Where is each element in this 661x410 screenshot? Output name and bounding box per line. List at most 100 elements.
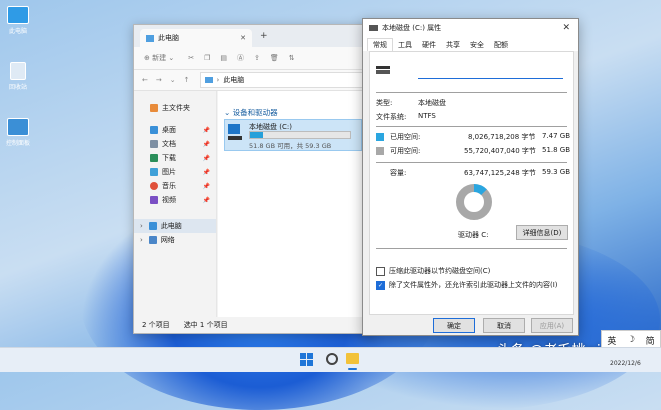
- nav-label: 文档: [162, 140, 176, 148]
- rename-icon[interactable]: Ⓐ: [237, 53, 244, 63]
- status-item-count: 2 个项目: [142, 321, 170, 329]
- tab-security[interactable]: 安全: [465, 39, 489, 51]
- chevron-right-icon[interactable]: ›: [140, 236, 143, 244]
- compress-label: 压缩此驱动器以节约磁盘空间(C): [389, 267, 491, 275]
- taskbar-date: 2022/12/6: [610, 360, 641, 367]
- address-input[interactable]: › 此电脑: [199, 72, 374, 88]
- used-space-row: 已用空间:: [376, 132, 420, 142]
- start-button[interactable]: [300, 353, 313, 366]
- close-tab-icon[interactable]: ✕: [240, 34, 246, 42]
- drive-item-c[interactable]: 本地磁盘 (C:) 51.8 GB 可用，共 59.3 GB: [224, 119, 362, 151]
- nav-item-downloads[interactable]: 下载 📌: [134, 151, 216, 165]
- desktop-icon-this-pc[interactable]: 此电脑: [4, 6, 32, 35]
- tab-quota[interactable]: 配额: [489, 39, 513, 51]
- active-indicator: [348, 368, 357, 370]
- dialog-title: 本地磁盘 (C:) 属性: [382, 24, 442, 32]
- share-icon[interactable]: ⇪: [254, 54, 260, 62]
- ime-mode[interactable]: 简: [646, 334, 655, 347]
- status-selected: 选中 1 个项目: [183, 321, 228, 329]
- dialog-tabs: 常规 工具 硬件 共享 安全 配额: [363, 37, 578, 51]
- recent-icon[interactable]: ⌄: [170, 76, 176, 84]
- nav-item-videos[interactable]: 视频 📌: [134, 193, 216, 207]
- compress-checkbox[interactable]: [376, 266, 385, 276]
- free-space-bytes: 55,720,407,040 字节: [464, 147, 536, 155]
- drive-body-icon: [228, 136, 242, 140]
- nav-item-pictures[interactable]: 图片 📌: [134, 165, 216, 179]
- new-button[interactable]: ⊕ 新建 ⌄: [144, 53, 174, 63]
- address-bar-row: ← → ⌄ ↑ › 此电脑: [134, 70, 374, 91]
- nav-item-documents[interactable]: 文档 📌: [134, 137, 216, 151]
- index-checkbox[interactable]: ✓: [376, 280, 385, 290]
- pin-icon[interactable]: 📌: [203, 127, 210, 134]
- search-icon[interactable]: [326, 353, 338, 365]
- control-panel-icon: [7, 118, 29, 136]
- pin-icon[interactable]: 📌: [203, 141, 210, 148]
- pin-icon[interactable]: 📌: [203, 197, 210, 204]
- command-bar: ⊕ 新建 ⌄ ✂ ❐ ▤ Ⓐ ⇪ 🗑 ⇅: [134, 47, 374, 70]
- tab-hardware[interactable]: 硬件: [417, 39, 441, 51]
- nav-item-music[interactable]: 音乐 📌: [134, 179, 216, 193]
- delete-icon[interactable]: 🗑: [270, 54, 279, 62]
- videos-icon: [150, 196, 158, 204]
- apply-button[interactable]: 应用(A): [531, 318, 573, 333]
- pin-icon[interactable]: 📌: [203, 155, 210, 162]
- forward-icon[interactable]: →: [156, 76, 162, 84]
- general-panel: 类型: 本地磁盘 文件系统: NTFS 已用空间: 8,026,718,208 …: [369, 51, 574, 315]
- free-space-label: 可用空间:: [390, 147, 421, 155]
- back-icon[interactable]: ←: [142, 76, 148, 84]
- cut-icon[interactable]: ✂: [188, 54, 194, 62]
- group-header[interactable]: ⌄ 设备和驱动器: [224, 107, 278, 118]
- ok-button[interactable]: 确定: [433, 318, 475, 333]
- music-icon: [150, 182, 158, 190]
- chevron-right-icon: ›: [216, 76, 220, 84]
- documents-icon: [150, 140, 158, 148]
- file-explorer-taskbar-icon[interactable]: [346, 353, 359, 364]
- nav-label: 此电脑: [160, 222, 182, 230]
- sort-icon[interactable]: ⇅: [289, 54, 295, 62]
- desktop-icon: [150, 126, 158, 134]
- chevron-down-icon: ⌄: [224, 108, 233, 117]
- explorer-tab[interactable]: 此电脑 ✕: [140, 29, 252, 47]
- volume-label-input[interactable]: [418, 66, 563, 79]
- separator: [376, 126, 567, 127]
- desktop-icon-label: 此电脑: [8, 28, 27, 35]
- pin-icon[interactable]: 📌: [203, 169, 210, 176]
- cancel-button[interactable]: 取消: [483, 318, 525, 333]
- details-button[interactable]: 详细信息(D): [516, 225, 568, 240]
- index-checkbox-row[interactable]: ✓ 除了文件属性外，还允许索引此驱动器上文件的内容(I): [376, 280, 558, 290]
- tab-sharing[interactable]: 共享: [441, 39, 465, 51]
- this-pc-icon: [204, 77, 213, 83]
- moon-icon[interactable]: ☽: [627, 335, 635, 345]
- nav-item-desktop[interactable]: 桌面 📌: [134, 123, 216, 137]
- explorer-tabbar: 此电脑 ✕ +: [134, 25, 374, 47]
- compress-checkbox-row[interactable]: 压缩此驱动器以节约磁盘空间(C): [376, 266, 490, 276]
- nav-label: 图片: [162, 168, 176, 176]
- drive-icon: [376, 66, 390, 76]
- desktop-icon-label: 回收站: [8, 84, 27, 91]
- drive-letter-label: 驱动器 C:: [458, 231, 489, 239]
- copy-icon[interactable]: ❐: [204, 54, 210, 62]
- windows-logo-icon: [300, 353, 306, 359]
- group-header-label: 设备和驱动器: [232, 108, 278, 117]
- used-space-swatch: [376, 133, 384, 141]
- separator: [376, 162, 567, 163]
- pictures-icon: [150, 168, 158, 176]
- content-pane: ⌄ 设备和驱动器 本地磁盘 (C:) 51.8 GB 可用，共 59.3 GB: [218, 91, 374, 317]
- paste-icon[interactable]: ▤: [220, 54, 227, 62]
- tab-general[interactable]: 常规: [367, 38, 393, 51]
- nav-item-network[interactable]: › 网络: [134, 233, 216, 247]
- nav-item-home[interactable]: 主文件夹: [134, 101, 216, 115]
- close-icon[interactable]: ✕: [562, 23, 570, 33]
- ime-language[interactable]: 英: [607, 334, 616, 347]
- desktop-icon-control-panel[interactable]: 控制面板: [4, 118, 32, 147]
- new-tab-icon[interactable]: +: [260, 31, 268, 41]
- chevron-right-icon[interactable]: ›: [140, 222, 143, 230]
- capacity-gb: 59.3 GB: [542, 168, 571, 176]
- drive-icon: [369, 25, 378, 31]
- nav-item-this-pc[interactable]: › 此电脑: [134, 219, 216, 233]
- new-label: 新建: [152, 54, 167, 62]
- tab-tools[interactable]: 工具: [393, 39, 417, 51]
- pin-icon[interactable]: 📌: [203, 183, 210, 190]
- desktop-icon-recycle-bin[interactable]: 回收站: [4, 62, 32, 91]
- up-icon[interactable]: ↑: [184, 76, 190, 84]
